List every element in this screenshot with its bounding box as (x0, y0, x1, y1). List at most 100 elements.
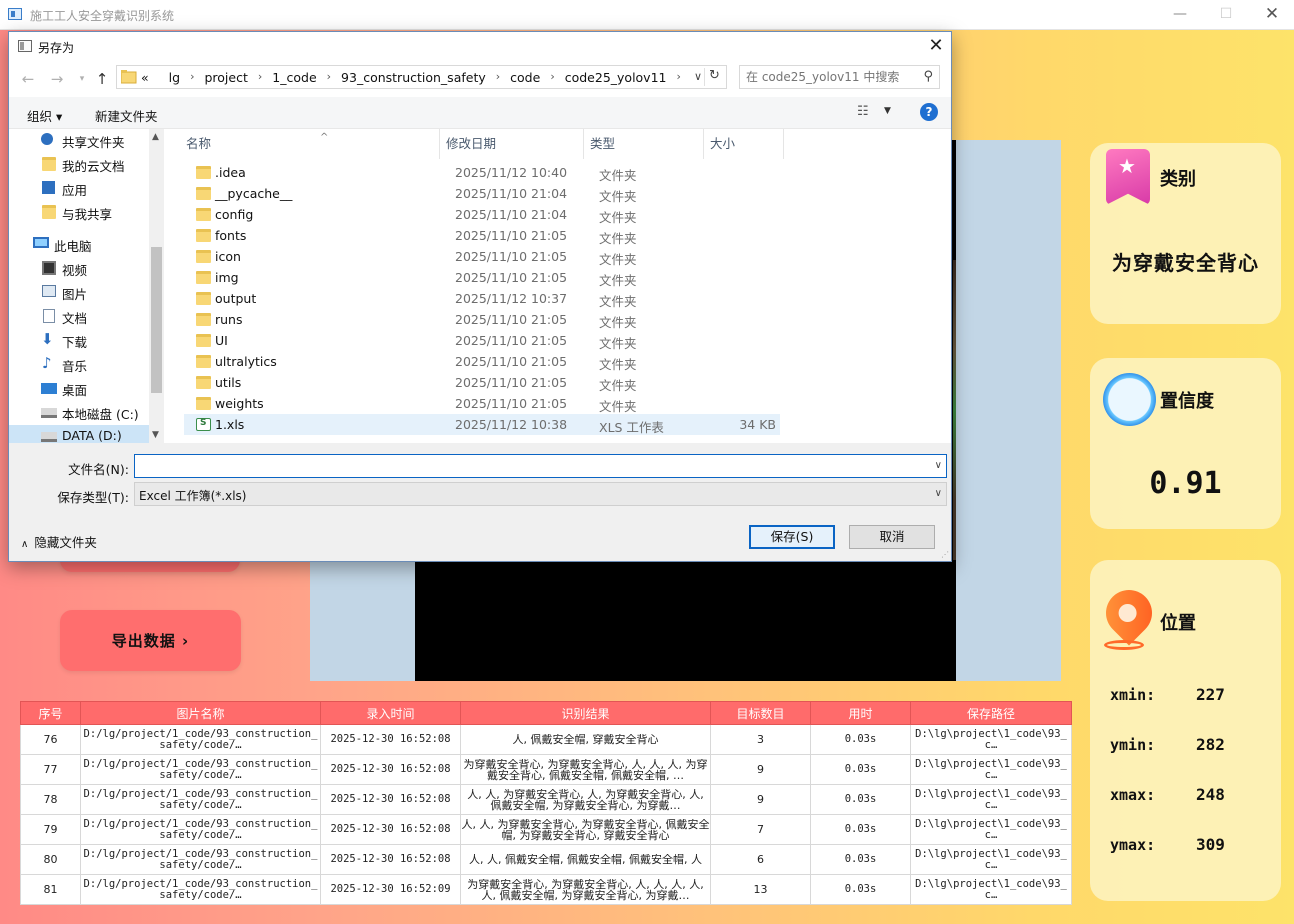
file-row[interactable]: ultralytics 2025/11/10 21:05 文件夹 (184, 351, 780, 372)
sidebar-item-drive-d[interactable]: DATA (D:) (9, 425, 149, 443)
file-row[interactable]: output 2025/11/12 10:37 文件夹 (184, 288, 780, 309)
file-row[interactable]: utils 2025/11/10 21:05 文件夹 (184, 372, 780, 393)
help-icon[interactable]: ? (920, 103, 938, 121)
sidebar-item-apps[interactable]: 应用 (9, 177, 149, 199)
breadcrumb-item[interactable]: 1_code (272, 70, 316, 85)
minimize-button[interactable]: — (1158, 3, 1202, 27)
address-bar[interactable]: « lg › project › 1_code › 93_construction_s… (116, 65, 727, 89)
results-table[interactable]: 序号 图片名称 录入时间 识别结果 目标数目 用时 保存路径 76 D:/lg/… (20, 701, 1072, 905)
close-button[interactable]: ✕ (1250, 3, 1294, 27)
table-row[interactable]: 77 D:/lg/project/1_code/93_construction_… (20, 754, 1072, 785)
bookmark-star-icon (1106, 149, 1150, 205)
app-titlebar: 施工工人安全穿戴识别系统 — ☐ ✕ (0, 0, 1294, 30)
file-row[interactable]: config 2025/11/10 21:04 文件夹 (184, 204, 780, 225)
file-row[interactable]: runs 2025/11/10 21:05 文件夹 (184, 309, 780, 330)
cell-time: 2025-12-30 16:52:08 (320, 754, 461, 785)
table-row[interactable]: 80 D:/lg/project/1_code/93_construction_… (20, 844, 1072, 875)
recent-locations-chevron-icon[interactable]: ▾ (72, 74, 92, 84)
file-row[interactable]: __pycache__ 2025/11/10 21:04 文件夹 (184, 183, 780, 204)
col-header-save-path[interactable]: 保存路径 (910, 701, 1072, 725)
file-list[interactable]: 名称 ^ 修改日期 类型 大小 .idea 2025/11/12 10:40 文件夹 … (164, 129, 951, 443)
resize-grip-icon[interactable]: ⋰ (941, 550, 949, 559)
sidebar-item-videos[interactable]: 视频 (9, 257, 149, 279)
scroll-down-icon[interactable]: ▼ (152, 430, 159, 440)
position-card: 位置 xmin: 227 ymin: 282 xmax: 248 ymax: 309 (1090, 560, 1281, 901)
chevron-down-icon[interactable]: ∨ (935, 488, 942, 499)
breadcrumb-item[interactable]: code (510, 70, 540, 85)
up-arrow-icon[interactable]: ↑ (92, 70, 112, 88)
cancel-button[interactable]: 取消 (849, 525, 935, 549)
save-button[interactable]: 保存(S) (749, 525, 835, 549)
cell-result: 为穿戴安全背心, 为穿戴安全背心, 人, 人, 人, 人, 人, 佩戴安全帽, … (460, 874, 711, 905)
file-row[interactable]: UI 2025/11/10 21:05 文件夹 (184, 330, 780, 351)
filetype-label: 保存类型(T): (57, 490, 129, 505)
sidebar-item-desktop[interactable]: 桌面 (9, 377, 149, 399)
col-header-name[interactable]: 名称 ^ (180, 129, 440, 159)
search-box[interactable]: ⚲ (739, 65, 940, 89)
hide-folders-toggle[interactable]: ∧ 隐藏文件夹 (21, 532, 97, 551)
sidebar-item-shared-with-me[interactable]: 与我共享 (9, 201, 149, 223)
save-as-dialog[interactable]: 另存为 ✕ ← → ▾ ↑ « lg › project › 1_code › 93_… (8, 31, 952, 562)
sidebar-item-this-pc[interactable]: 此电脑 (9, 233, 149, 255)
sidebar-item-drive-c[interactable]: 本地磁盘 (C:) (9, 401, 149, 423)
col-header-count[interactable]: 目标数目 (710, 701, 811, 725)
search-icon[interactable]: ⚲ (923, 69, 933, 84)
file-row[interactable]: img 2025/11/10 21:05 文件夹 (184, 267, 780, 288)
excel-file-icon (196, 418, 211, 431)
table-row[interactable]: 81 D:/lg/project/1_code/93_construction_… (20, 874, 1072, 905)
file-row[interactable]: fonts 2025/11/10 21:05 文件夹 (184, 225, 780, 246)
view-dropdown-chevron-icon[interactable]: ▼ (884, 106, 891, 116)
back-arrow-icon[interactable]: ← (18, 70, 38, 88)
scroll-up-icon[interactable]: ▲ (152, 132, 159, 142)
nav-scrollbar[interactable]: ▲ ▼ (149, 129, 164, 443)
table-row[interactable]: 79 D:/lg/project/1_code/93_construction_… (20, 814, 1072, 845)
filename-input[interactable] (139, 458, 919, 474)
col-header-time[interactable]: 录入时间 (320, 701, 461, 725)
file-row[interactable]: weights 2025/11/10 21:05 文件夹 (184, 393, 780, 414)
new-folder-button[interactable]: 新建文件夹 (95, 106, 158, 125)
confidence-value: 0.91 (1149, 466, 1222, 501)
breadcrumb-item[interactable]: 93_construction_safety (341, 70, 486, 85)
navigation-pane[interactable]: 共享文件夹 我的云文档 应用 与我共享 此电脑 视频 图片 文档 ⬇ 下载 ♪ … (9, 129, 164, 443)
export-data-button[interactable]: 导出数据 › (60, 610, 241, 671)
scroll-thumb[interactable] (151, 247, 162, 393)
sidebar-item-downloads[interactable]: ⬇ 下载 (9, 329, 149, 351)
maximize-button[interactable]: ☐ (1204, 3, 1248, 27)
refresh-icon[interactable]: ↻ (704, 68, 724, 86)
forward-arrow-icon[interactable]: → (47, 70, 67, 88)
breadcrumb-overflow[interactable]: « (141, 70, 149, 85)
organize-button[interactable]: 组织 ▾ (27, 106, 62, 125)
col-header-index[interactable]: 序号 (20, 701, 81, 725)
chevron-down-icon[interactable]: ∨ (694, 70, 702, 83)
sidebar-item-documents[interactable]: 文档 (9, 305, 149, 327)
dialog-titlebar[interactable]: 另存为 ✕ (9, 32, 951, 61)
col-header-type[interactable]: 类型 (584, 129, 704, 159)
sidebar-item-shared-folders[interactable]: 共享文件夹 (9, 129, 149, 151)
cell-result: 为穿戴安全背心, 为穿戴安全背心, 人, 人, 人, 为穿戴安全背心, 佩戴安全… (460, 754, 711, 785)
breadcrumb-item[interactable]: code25_yolov11 (565, 70, 667, 85)
filename-field[interactable]: ∨ (134, 454, 947, 478)
chevron-down-icon[interactable]: ∨ (935, 460, 942, 471)
sidebar-item-pictures[interactable]: 图片 (9, 281, 149, 303)
col-header-size[interactable]: 大小 (704, 129, 784, 159)
breadcrumb-item[interactable]: lg (169, 70, 180, 85)
table-row[interactable]: 76 D:/lg/project/1_code/93_construction_… (20, 724, 1072, 755)
file-row[interactable]: icon 2025/11/10 21:05 文件夹 (184, 246, 780, 267)
cell-image-name: D:/lg/project/1_code/93_construction_saf… (80, 724, 321, 755)
search-input[interactable] (746, 69, 911, 85)
filetype-select[interactable]: Excel 工作簿(*.xls) ∨ (134, 482, 947, 506)
col-header-image-name[interactable]: 图片名称 (80, 701, 321, 725)
cell-duration: 0.03s (810, 844, 911, 875)
table-row[interactable]: 78 D:/lg/project/1_code/93_construction_… (20, 784, 1072, 815)
file-row[interactable]: .idea 2025/11/12 10:40 文件夹 (184, 162, 780, 183)
col-header-result[interactable]: 识别结果 (460, 701, 711, 725)
col-header-date[interactable]: 修改日期 (440, 129, 584, 159)
sidebar-item-cloud-docs[interactable]: 我的云文档 (9, 153, 149, 175)
breadcrumb-item[interactable]: project (204, 70, 247, 85)
sidebar-item-music[interactable]: ♪ 音乐 (9, 353, 149, 375)
col-header-duration[interactable]: 用时 (810, 701, 911, 725)
view-details-icon[interactable]: ☷ (857, 104, 869, 119)
file-row[interactable]: 1.xls2025/11/12 10:38XLS 工作表34 KB (184, 414, 780, 435)
dialog-close-button[interactable]: ✕ (921, 32, 951, 61)
cell-save-path: D:\lg\project\1_code\93_c… (910, 784, 1072, 815)
